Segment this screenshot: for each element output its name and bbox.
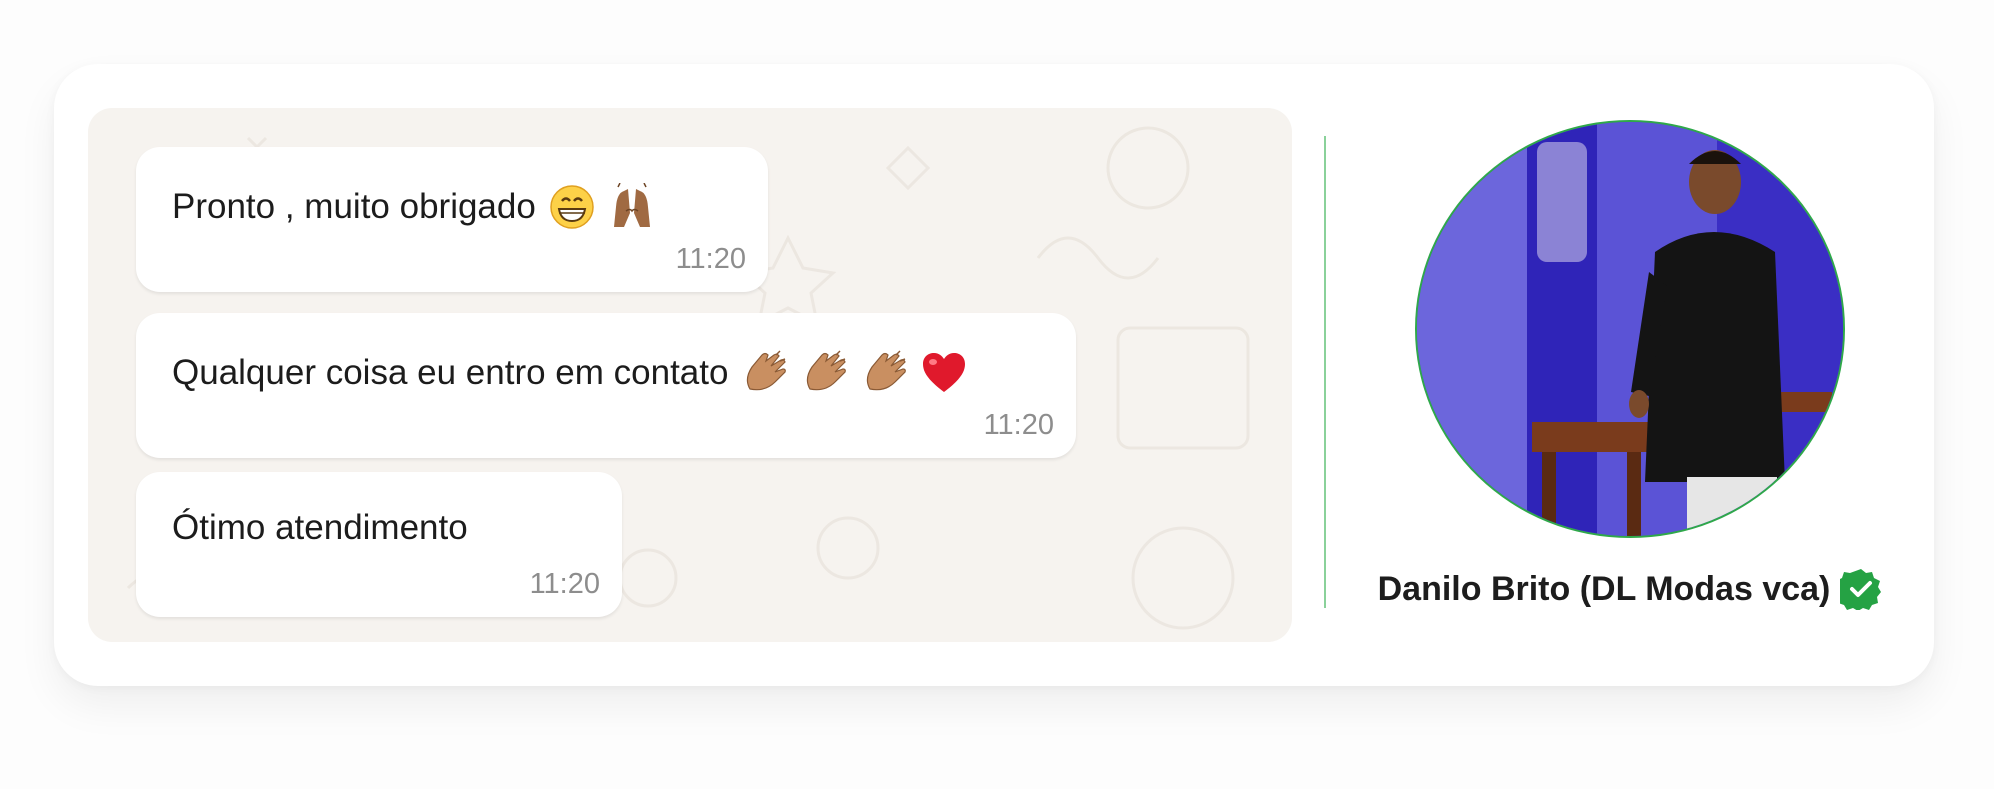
- message-text: Qualquer coisa eu entro em contato: [172, 353, 729, 392]
- chat-panel: Pronto , muito obrigado 11:20 Qualquer c…: [88, 108, 1292, 642]
- vertical-divider: [1324, 136, 1326, 608]
- contact-name: Danilo Brito (DL Modas vca): [1377, 569, 1831, 608]
- message-timestamp: 11:20: [983, 409, 1054, 441]
- profile-photo: [1417, 122, 1843, 536]
- message-bubble: Pronto , muito obrigado 11:20: [136, 147, 768, 292]
- clapping-hands-icon: [740, 349, 788, 397]
- message-timestamp: 11:20: [529, 568, 600, 600]
- message-bubble: Qualquer coisa eu entro em contato 11:20: [136, 313, 1076, 458]
- avatar: [1415, 120, 1845, 538]
- clapping-hands-icon: [800, 349, 848, 397]
- message-bubble: Ótimo atendimento 11:20: [136, 472, 622, 617]
- testimonial-card: Pronto , muito obrigado 11:20 Qualquer c…: [54, 64, 1934, 686]
- contact-info: Danilo Brito (DL Modas vca): [1350, 561, 1910, 617]
- message-text: Ótimo atendimento: [172, 508, 468, 547]
- red-heart-icon: [920, 349, 968, 397]
- grinning-face-icon: [548, 183, 596, 231]
- verified-badge-icon: [1840, 568, 1882, 610]
- clapping-hands-icon: [860, 349, 908, 397]
- raising-hands-icon: [608, 183, 656, 231]
- message-text: Pronto , muito obrigado: [172, 187, 536, 226]
- message-timestamp: 11:20: [675, 243, 746, 275]
